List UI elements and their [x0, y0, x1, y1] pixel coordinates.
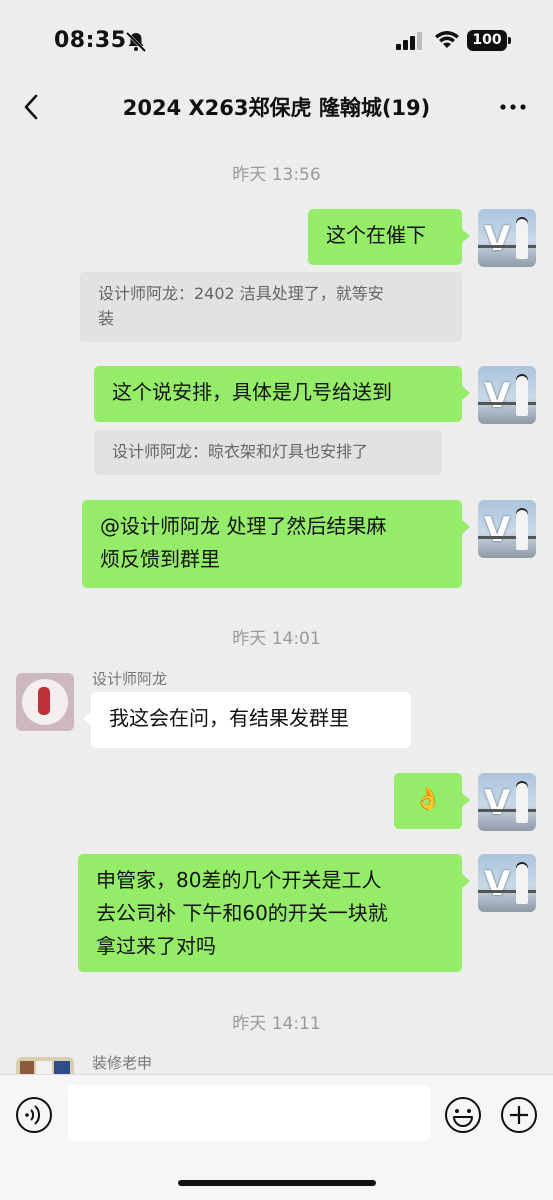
voice-icon[interactable] [15, 1096, 53, 1134]
sender-name: 设计师阿龙 [92, 670, 168, 688]
status-bar: 08:35 100 [0, 0, 553, 78]
bubble-tail [462, 793, 470, 807]
battery-tip [508, 37, 511, 44]
avatar[interactable]: V [478, 854, 536, 912]
message-bubble[interactable]: 这个说安排，具体是几号给送到 [94, 366, 462, 422]
avatar[interactable] [16, 1057, 74, 1074]
bubble-tail [462, 874, 470, 888]
wifi-icon [435, 31, 459, 48]
avatar[interactable] [16, 673, 74, 731]
message-bubble[interactable]: 这个在催下 [308, 209, 462, 265]
bubble-tail [462, 229, 470, 243]
sender-name: 装修老申 [92, 1054, 153, 1072]
avatar[interactable]: V [478, 773, 536, 831]
avatar[interactable]: V [478, 366, 536, 424]
bubble-tail [462, 520, 470, 534]
timestamp: 昨天 14:11 [232, 1014, 321, 1034]
message-text: 我这会在问，有结果发群里 [109, 706, 349, 730]
quote-text-line: 设计师阿龙：2402 洁具处理了，就等安 [98, 284, 384, 303]
chat-area[interactable]: 昨天 13:56 V 这个在催下 设计师阿龙：2402 洁具处理了，就等安 装 … [0, 138, 553, 1074]
message-bubble[interactable]: 我这会在问，有结果发群里 [91, 692, 411, 748]
more-icon[interactable] [496, 94, 530, 120]
message-bubble[interactable]: @设计师阿龙 处理了然后结果麻 烦反馈到群里 [82, 500, 462, 588]
bell-muted-icon [125, 31, 147, 53]
message-text-line: 拿过来了对吗 [96, 934, 216, 958]
quote-text-line: 装 [98, 309, 115, 328]
message-text-line: 申管家，80差的几个开关是工人 [96, 868, 382, 892]
ok-hand-emoji: 👌 [414, 787, 442, 812]
message-text: 这个说安排，具体是几号给送到 [112, 380, 392, 404]
avatar[interactable]: V [478, 500, 536, 558]
message-text: 这个在催下 [326, 223, 426, 247]
bubble-tail [462, 386, 470, 400]
emoji-icon[interactable] [444, 1096, 482, 1134]
signal-icon [396, 32, 422, 50]
back-icon[interactable] [16, 90, 50, 124]
message-bubble[interactable]: 申管家，80差的几个开关是工人 去公司补 下午和60的开关一块就 拿过来了对吗 [78, 854, 462, 972]
plus-icon[interactable] [500, 1096, 538, 1134]
message-bubble[interactable]: 👌 [394, 773, 462, 829]
message-text-line: @设计师阿龙 处理了然后结果麻 [100, 514, 387, 538]
message-text-line: 烦反馈到群里 [100, 547, 220, 571]
status-time: 08:35 [54, 28, 127, 53]
quoted-message[interactable]: 设计师阿龙：晾衣架和灯具也安排了 [94, 430, 442, 475]
home-indicator [178, 1180, 376, 1186]
avatar[interactable]: V [478, 209, 536, 267]
bubble-tail [83, 712, 91, 726]
chat-title: 2024 X263郑保虎 隆翰城(19) [122, 96, 431, 120]
timestamp: 昨天 13:56 [232, 165, 321, 185]
quote-text-line: 设计师阿龙：晾衣架和灯具也安排了 [112, 442, 369, 461]
battery-icon: 100 [467, 30, 507, 51]
message-input[interactable] [68, 1085, 430, 1141]
timestamp: 昨天 14:01 [232, 629, 321, 649]
quoted-message[interactable]: 设计师阿龙：2402 洁具处理了，就等安 装 [80, 272, 462, 342]
nav-bar: 2024 X263郑保虎 隆翰城(19) [0, 78, 553, 138]
message-text-line: 去公司补 下午和60的开关一块就 [96, 901, 388, 925]
